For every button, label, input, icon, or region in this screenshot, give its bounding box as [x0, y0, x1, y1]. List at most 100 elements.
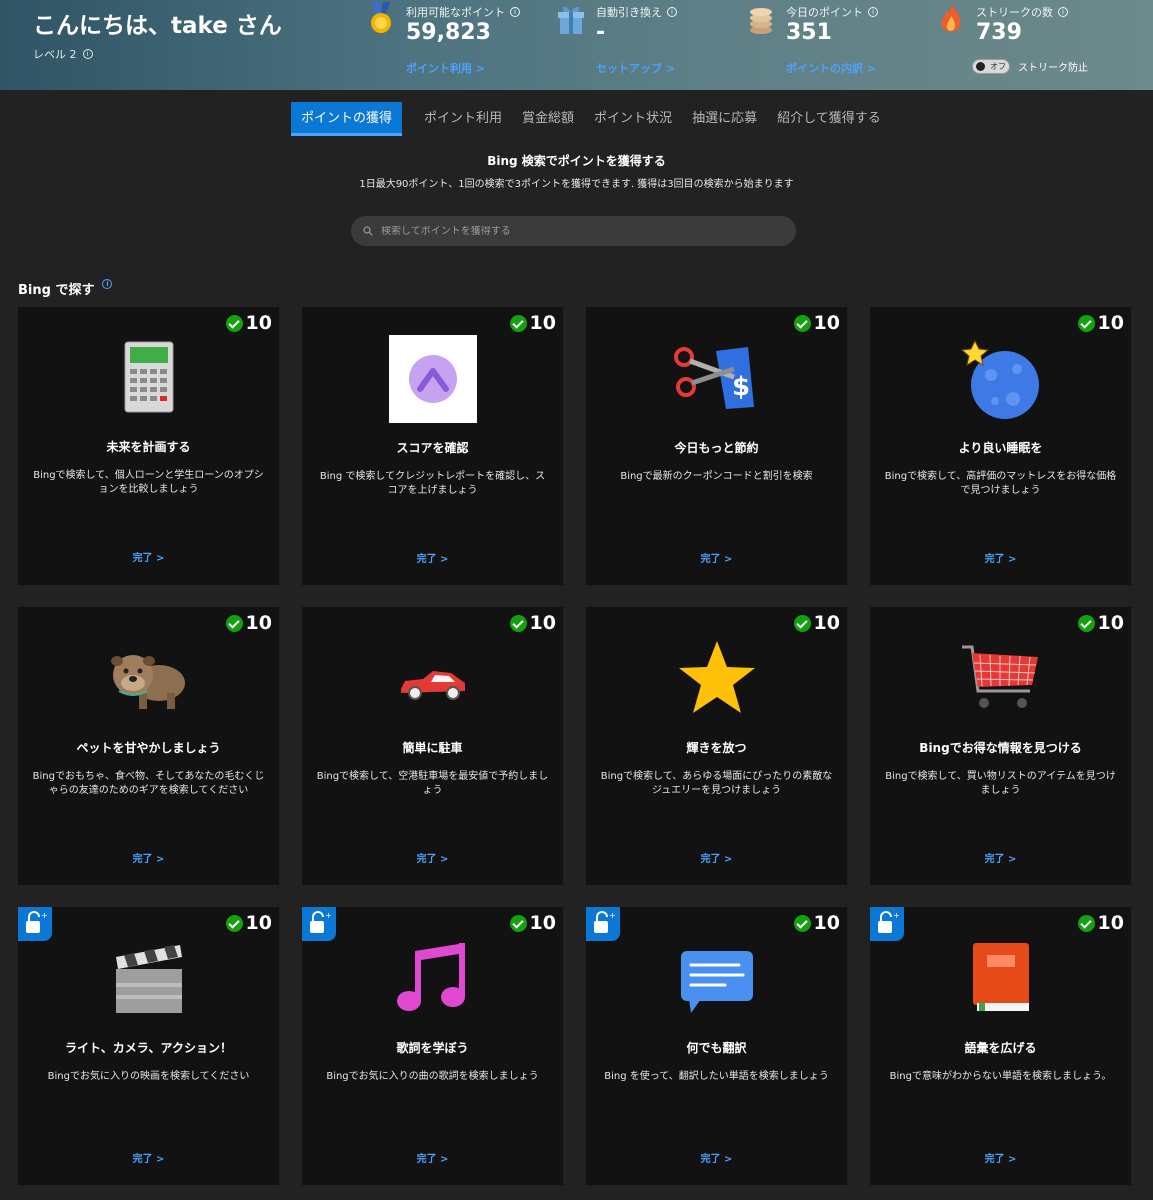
stat-value: 59,823	[406, 20, 491, 45]
card-complete-link[interactable]: 完了 >	[302, 1150, 563, 1165]
check-icon	[509, 614, 527, 632]
lock-icon: +	[26, 911, 48, 933]
points-value: 10	[1097, 912, 1124, 934]
card-title: ペットを甘やかしましょう	[76, 741, 221, 755]
coupon-scissors-icon: $	[673, 347, 754, 409]
activity-card[interactable]: 10 より良い睡眠を Bingで検索して、高評価のマットレスをお得な価格で見つけ…	[870, 307, 1131, 585]
card-description: Bingでお気に入りの映画を検索してください	[47, 1071, 250, 1082]
activity-card[interactable]: 10 輝きを放つ Bingで検索して、あらゆる場面にぴったりの素敵なジュエリーを…	[586, 607, 847, 885]
info-icon[interactable]: i	[82, 49, 93, 59]
lock-icon: +	[878, 911, 900, 933]
points-value: 10	[529, 612, 556, 634]
clapperboard-icon	[115, 945, 182, 1013]
card-complete-link[interactable]: 完了 >	[870, 1150, 1131, 1165]
lock-badge: +	[18, 907, 52, 941]
check-icon	[793, 614, 811, 632]
info-icon[interactable]: i	[102, 279, 113, 289]
card-complete-link[interactable]: 完了 >	[302, 850, 563, 865]
search-earn-title: Bing 検索でポイントを獲得する	[487, 154, 666, 168]
search-bar	[351, 216, 796, 246]
card-complete-link[interactable]: 完了 >	[18, 850, 279, 865]
card-description: Bingで検索して、空港駐車場を最安値で予約しましょう	[316, 771, 549, 796]
tab-enter-sweepstakes[interactable]: 抽選に応募	[682, 102, 767, 136]
activity-card[interactable]: + 10 ライト、カメラ、アクション！ Bingでお気に入りの映画を検索してくだ…	[18, 907, 279, 1185]
svg-text:+: +	[609, 911, 616, 920]
redeem-points-link[interactable]: ポイント利用 >	[406, 60, 485, 76]
check-icon	[225, 914, 243, 932]
search-icon	[363, 226, 373, 236]
card-complete-link[interactable]: 完了 >	[586, 1150, 847, 1165]
card-description: Bingで検索して、個人ローンと学生ローンのオプションを比較しましょう	[33, 470, 264, 495]
tab-earn-points[interactable]: ポイントの獲得	[291, 102, 403, 136]
card-complete-link[interactable]: 完了 >	[18, 1150, 279, 1165]
medal-icon	[371, 2, 391, 33]
card-title: より良い睡眠を	[958, 441, 1043, 455]
activity-card[interactable]: 10 $ 今日もっと節約 Bingで最新のクーポンコードと割引を検索 完了 >	[586, 307, 847, 585]
card-complete-link[interactable]: 完了 >	[870, 850, 1131, 865]
setup-link[interactable]: セットアップ >	[596, 60, 675, 76]
points-badge: 10	[509, 312, 556, 334]
info-icon[interactable]: i	[868, 7, 878, 17]
svg-text:+: +	[41, 911, 48, 920]
card-complete-link[interactable]: 完了 >	[586, 850, 847, 865]
card-description: Bing で検索してクレジットレポートを確認し、スコアを上げましょう	[319, 471, 546, 496]
info-icon[interactable]: i	[667, 7, 677, 17]
activity-card[interactable]: 10 ペットを甘やかしましょう Bingでおもちゃ、食べ物、そしてあなたの毛むく…	[18, 607, 279, 885]
lock-icon: +	[594, 911, 616, 933]
search-input[interactable]	[381, 225, 781, 237]
activity-card[interactable]: + 10 歌詞を学ぼう Bingでお気に入りの曲の歌詞を検索しましょう 完了 >	[302, 907, 563, 1185]
info-icon[interactable]: i	[1058, 7, 1068, 17]
card-complete-link[interactable]: 完了 >	[870, 550, 1131, 565]
svg-text:+: +	[893, 911, 900, 920]
card-complete-link[interactable]: 完了 >	[586, 550, 847, 565]
star-icon	[678, 641, 755, 713]
check-icon	[1077, 614, 1095, 632]
streak-protection-toggle[interactable]: オフ	[972, 59, 1010, 74]
tab-sweepstakes-total[interactable]: 賞金総額	[512, 102, 584, 136]
points-value: 10	[245, 612, 272, 634]
toggle-knob	[976, 62, 985, 71]
check-icon	[225, 614, 243, 632]
svg-text:+: +	[325, 911, 332, 920]
stat-value: -	[596, 20, 606, 45]
card-complete-link[interactable]: 完了 >	[18, 549, 279, 564]
card-title: 歌詞を学ぼう	[396, 1041, 469, 1055]
stat-label: 利用可能なポイント	[406, 6, 505, 19]
activity-card[interactable]: 10 Bingでお得な情報を見つける Bingで検索して、買い物リストのアイテム…	[870, 607, 1131, 885]
tab-refer[interactable]: 紹介して獲得する	[767, 102, 891, 136]
points-badge: 10	[1077, 912, 1124, 934]
points-value: 10	[529, 312, 556, 334]
activity-grid: 10 未来を計画する Bingで検索して、個人ローンと学生ローンのオプションを比…	[18, 307, 1131, 1185]
activity-card[interactable]: 10 スコアを確認 Bing で検索してクレジットレポートを確認し、スコアを上げ…	[302, 307, 563, 585]
book-icon	[972, 943, 1029, 1011]
points-value: 10	[1097, 612, 1124, 634]
shopping-cart-icon	[961, 645, 1038, 708]
info-icon[interactable]: i	[510, 7, 520, 17]
tab-points-status[interactable]: ポイント状況	[584, 102, 682, 136]
stat-label: 今日のポイント	[786, 6, 863, 19]
points-value: 10	[529, 912, 556, 934]
card-title: スコアを確認	[396, 441, 469, 455]
points-value: 10	[245, 312, 272, 334]
lock-badge: +	[586, 907, 620, 941]
stat-streak: ストリークの数 i 739 オフ ストリーク防止	[936, 0, 1146, 90]
points-breakdown-link[interactable]: ポイントの内訳 >	[786, 60, 876, 76]
bulldog-icon	[110, 655, 185, 709]
activity-card[interactable]: + 10 何でも翻訳 Bing を使って、翻訳したい単語を検索しましょう 完了 …	[586, 907, 847, 1185]
lock-badge: +	[302, 907, 336, 941]
activity-card[interactable]: 10 簡単に駐車 Bingで検索して、空港駐車場を最安値で予約しましょう 完了 …	[302, 607, 563, 885]
card-title: 語彙を広げる	[964, 1041, 1037, 1055]
activity-card[interactable]: 10 未来を計画する Bingで検索して、個人ローンと学生ローンのオプションを比…	[18, 307, 279, 585]
card-title: 何でも翻訳	[686, 1041, 747, 1055]
card-description: Bingで最新のクーポンコードと割引を検索	[620, 471, 813, 482]
coins-stack-icon	[750, 8, 772, 34]
tab-redeem[interactable]: ポイント利用	[414, 102, 512, 136]
points-badge: 10	[793, 912, 840, 934]
streak-protection-label: ストリーク防止	[1018, 63, 1088, 74]
flame-icon	[941, 4, 961, 32]
check-icon	[793, 314, 811, 332]
card-complete-link[interactable]: 完了 >	[302, 550, 563, 565]
activity-card[interactable]: + 10 語彙を広げる Bingで意味がわからない単語を検索しましょう。 完了 …	[870, 907, 1131, 1185]
stat-value: 351	[786, 20, 832, 45]
header-banner: こんにちは、take さん レベル 2 i 利用可能なポイント i 59,823 …	[0, 0, 1153, 90]
